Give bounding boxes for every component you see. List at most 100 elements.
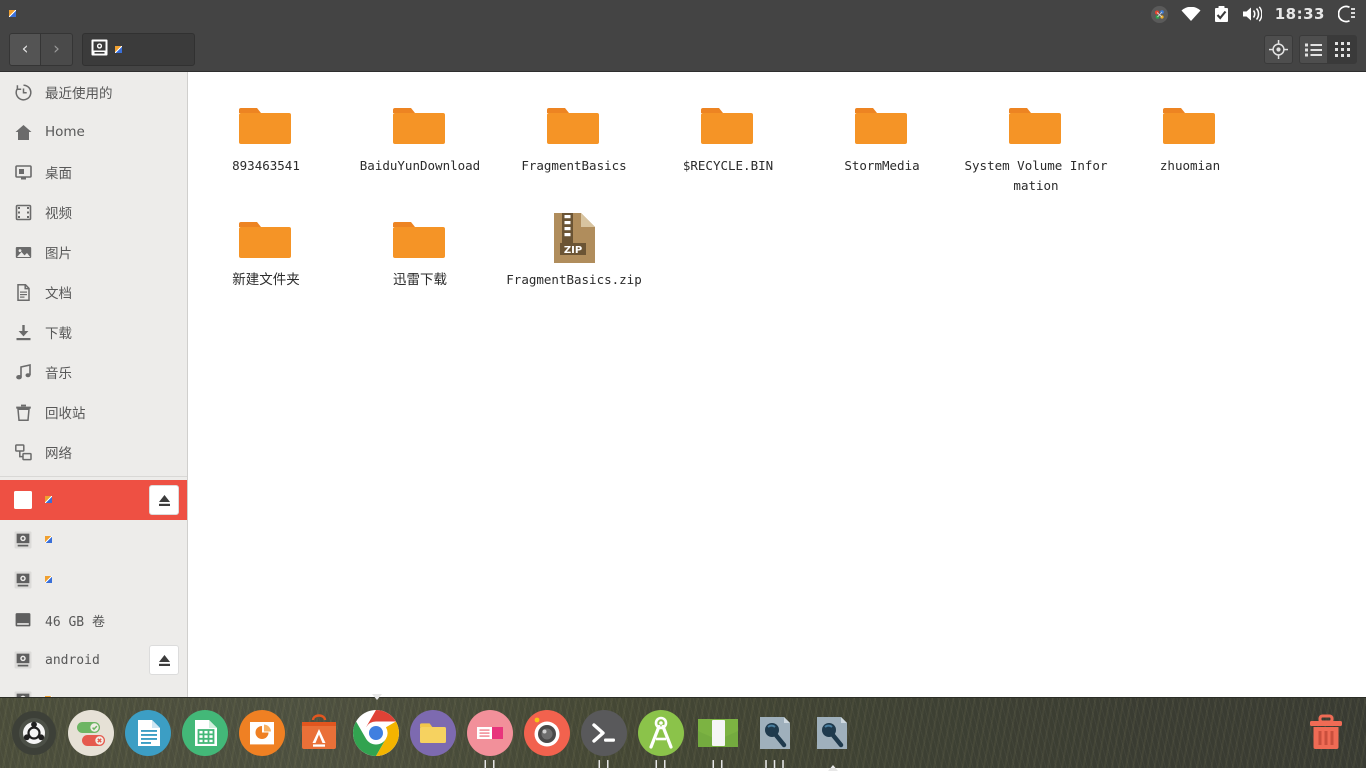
zip-archive-icon: ZIP [552, 206, 596, 264]
network-icon [14, 443, 32, 461]
folder-icon [1007, 92, 1065, 150]
sidebar-device-3[interactable]: 46 GB 卷 [0, 600, 187, 640]
file-item[interactable]: 893463541 [189, 86, 343, 200]
sidebar-item-label: 图片 [45, 242, 72, 262]
screenshot-camera-icon[interactable] [521, 707, 573, 759]
trash-icon[interactable] [1300, 707, 1352, 759]
file-name: zhuomian [1160, 156, 1220, 176]
list-view-icon[interactable] [1299, 35, 1328, 64]
eject-button[interactable] [149, 485, 179, 515]
files-nautilus-icon[interactable] [407, 707, 459, 759]
desktop-icon [14, 163, 32, 181]
sidebar-item-downloads[interactable]: 下载 [0, 312, 187, 352]
panel-clock[interactable]: 18:33 [1275, 5, 1325, 23]
sidebar-item-documents[interactable]: 文档 [0, 272, 187, 312]
folder-icon [853, 92, 911, 150]
sidebar-device-4[interactable]: android [0, 640, 187, 680]
file-item[interactable]: FragmentBasics [497, 86, 651, 200]
libreoffice-calc-icon[interactable] [179, 707, 231, 759]
eject-button[interactable] [149, 645, 179, 675]
running-indicator [372, 694, 382, 700]
file-name: FragmentBasics [521, 156, 626, 176]
running-indicator: ❙❙ [464, 760, 516, 770]
file-item[interactable]: StormMedia [805, 86, 959, 200]
ubuntu-software-icon[interactable] [293, 707, 345, 759]
android-tool-icon[interactable]: ❙❙❙ [749, 707, 801, 759]
folder-icon [391, 92, 449, 150]
ubuntu-dash-icon[interactable] [8, 707, 60, 759]
file-name: System Volume Information [963, 156, 1109, 196]
sidebar-item-pictures[interactable]: 图片 [0, 232, 187, 272]
removable-drive-icon [14, 531, 32, 549]
clipboard-check-icon[interactable] [1214, 6, 1229, 23]
removable-drive-icon [91, 39, 108, 60]
svg-text:ZIP: ZIP [564, 245, 582, 256]
file-name: FragmentBasics.zip [506, 270, 641, 290]
file-grid: 893463541 BaiduYunDownload FragmentBasic… [189, 86, 1366, 294]
navigation-buttons: ‹ › [9, 33, 73, 66]
sidebar-device-0[interactable] [0, 480, 187, 520]
file-item[interactable]: System Volume Information [959, 86, 1113, 200]
sidebar-item-trash[interactable]: 回收站 [0, 392, 187, 432]
dock: ❙❙ ❙❙ [0, 697, 1366, 768]
sidebar-device-label: 46 GB 卷 [45, 611, 105, 630]
libreoffice-impress-icon[interactable] [236, 707, 288, 759]
volume-icon[interactable] [1242, 6, 1262, 22]
trash-icon [14, 403, 32, 421]
sidebar-item-music[interactable]: 音乐 [0, 352, 187, 392]
grid-view-icon[interactable] [1328, 35, 1357, 64]
file-item[interactable]: 新建文件夹 [189, 200, 343, 294]
missing-glyph-icon [45, 496, 52, 503]
missing-glyph-icon [115, 46, 122, 53]
sidebar-device-1[interactable] [0, 520, 187, 560]
folder-icon [699, 92, 757, 150]
missing-glyph-icon [45, 536, 52, 543]
sidebar-item-desktop[interactable]: 桌面 [0, 152, 187, 192]
android-tool-2-icon[interactable] [806, 707, 858, 759]
android-studio-icon[interactable]: ❙❙ [635, 707, 687, 759]
sidebar-device-2[interactable] [0, 560, 187, 600]
sidebar-device-label: android [45, 653, 100, 668]
media-player-icon[interactable]: ❙❙ [464, 707, 516, 759]
file-list-view[interactable]: 893463541 BaiduYunDownload FragmentBasic… [189, 72, 1366, 697]
sidebar-item-label: 音乐 [45, 362, 72, 382]
sidebar: 最近使用的 Home 桌面 视频 图片 文档 下载 [0, 72, 188, 697]
file-item[interactable]: BaiduYunDownload [343, 86, 497, 200]
location-target-icon[interactable] [1264, 35, 1293, 64]
sidebar-device-label [45, 533, 52, 548]
system-settings-icon[interactable] [65, 707, 117, 759]
sidebar-device-5[interactable] [0, 680, 187, 697]
breadcrumb-current-location[interactable] [82, 33, 195, 66]
folder-icon [237, 92, 295, 150]
file-name: 893463541 [232, 156, 300, 176]
sidebar-item-videos[interactable]: 视频 [0, 192, 187, 232]
downloads-icon [14, 323, 32, 341]
panel-indicator-area: 18:33 [1151, 5, 1366, 23]
sidebar-item-network[interactable]: 网络 [0, 432, 187, 472]
sidebar-item-home[interactable]: Home [0, 112, 187, 152]
running-indicator: ❙❙ [692, 760, 744, 770]
back-button[interactable]: ‹ [9, 33, 41, 66]
sidebar-item-recent[interactable]: 最近使用的 [0, 72, 187, 112]
folder-icon [391, 206, 449, 264]
file-item[interactable]: $RECYCLE.BIN [651, 86, 805, 200]
running-indicator: ❙❙ [635, 760, 687, 770]
missing-glyph-icon [9, 10, 16, 17]
bluetooth-devices-icon[interactable] [1151, 6, 1168, 23]
file-item[interactable]: zhuomian [1113, 86, 1267, 200]
folder-icon [1161, 92, 1219, 150]
file-item[interactable]: 迅雷下载 [343, 200, 497, 294]
sidebar-divider [0, 476, 187, 477]
sidebar-item-label: 文档 [45, 282, 72, 302]
google-chrome-icon[interactable] [350, 707, 402, 759]
folder-icon [545, 92, 603, 150]
wifi-icon[interactable] [1181, 7, 1201, 22]
missing-glyph-icon [45, 576, 52, 583]
removable-drive-icon [14, 571, 32, 589]
libreoffice-writer-icon[interactable] [122, 707, 174, 759]
file-item[interactable]: ZIP FragmentBasics.zip [497, 200, 651, 294]
terminal-icon[interactable]: ❙❙ [578, 707, 630, 759]
forward-button[interactable]: › [41, 33, 73, 66]
android-device-icon[interactable]: ❙❙ [692, 707, 744, 759]
power-icon[interactable] [1338, 5, 1356, 23]
